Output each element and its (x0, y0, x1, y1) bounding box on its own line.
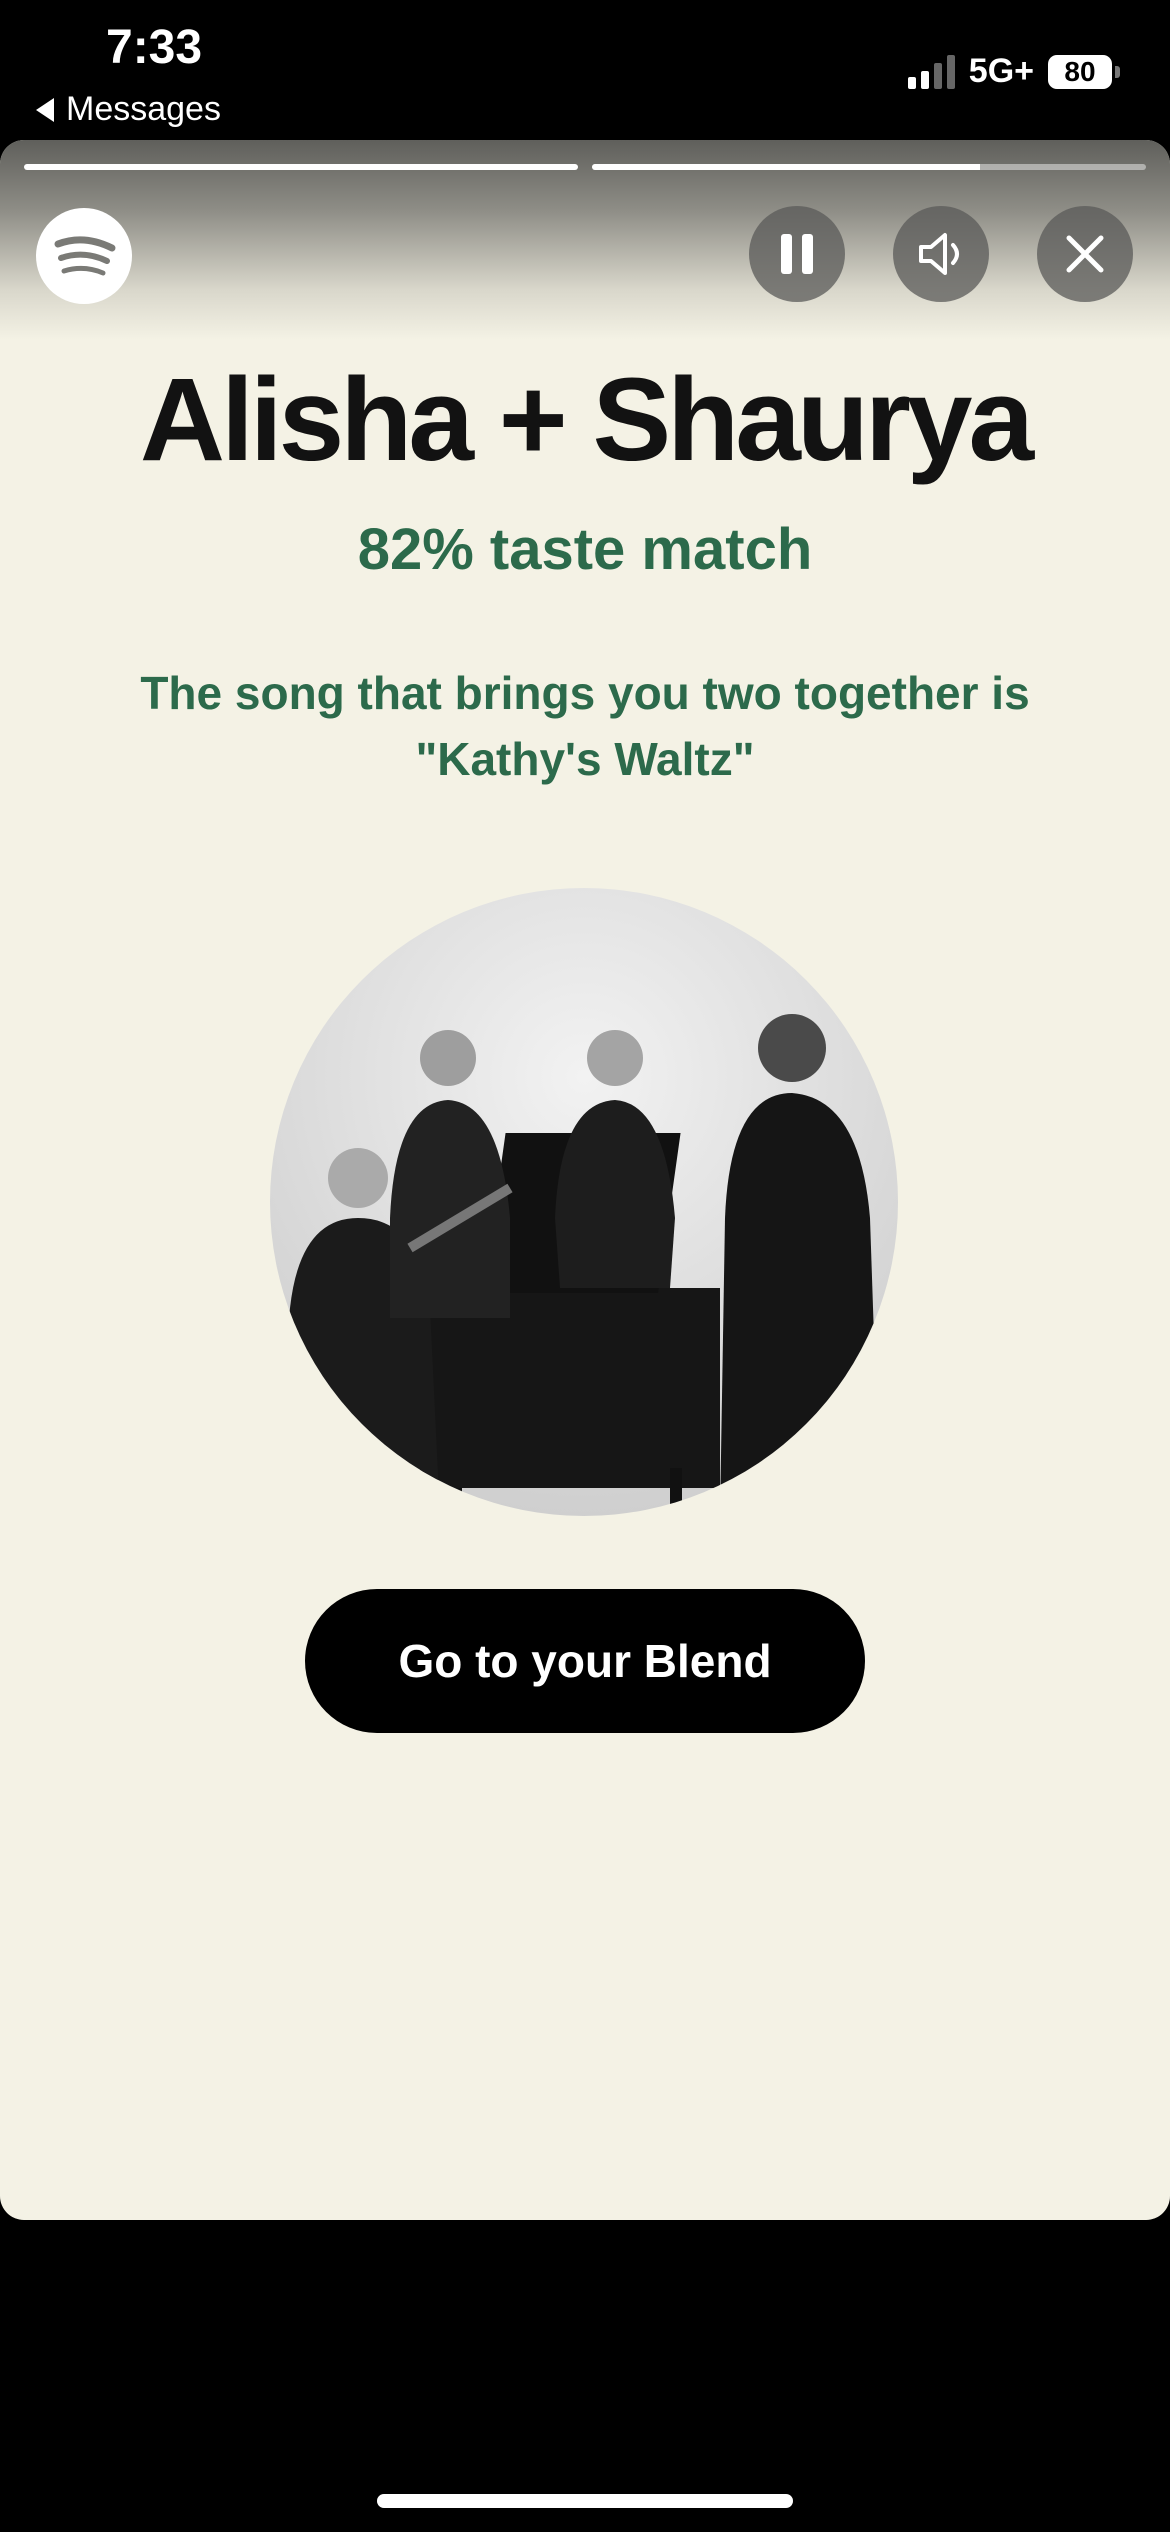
status-time: 7:33 (106, 21, 203, 74)
network-type: 5G+ (968, 52, 1034, 90)
taste-match: 82% taste match (357, 517, 813, 582)
blend-title: Alisha + Shaurya (139, 354, 1034, 486)
battery-level: 80 (1048, 54, 1112, 89)
speaker-icon (919, 233, 959, 275)
song-message: The song that brings you two together is… (100, 660, 1070, 792)
close-icon (1066, 235, 1104, 273)
go-to-blend-button[interactable]: Go to your Blend (305, 1589, 865, 1733)
story-progress-1 (24, 164, 578, 170)
song-name: "Kathy's Waltz" (415, 733, 755, 785)
spotify-logo-icon (36, 208, 132, 304)
back-to-messages[interactable]: Messages (36, 90, 221, 129)
close-button[interactable] (1037, 206, 1133, 302)
back-arrow-icon (36, 97, 54, 122)
story-progress-2 (592, 164, 1146, 170)
sound-button[interactable] (893, 206, 989, 302)
status-indicators: 5G+ 80 (907, 52, 1120, 91)
album-artwork (270, 888, 898, 1516)
signal-icon (907, 54, 955, 89)
pause-button[interactable] (749, 206, 845, 302)
song-intro: The song that brings you two together is (140, 667, 1030, 719)
pause-icon (781, 234, 813, 274)
home-indicator[interactable] (377, 2494, 793, 2508)
battery-icon: 80 (1048, 54, 1120, 89)
back-label: Messages (66, 90, 221, 128)
